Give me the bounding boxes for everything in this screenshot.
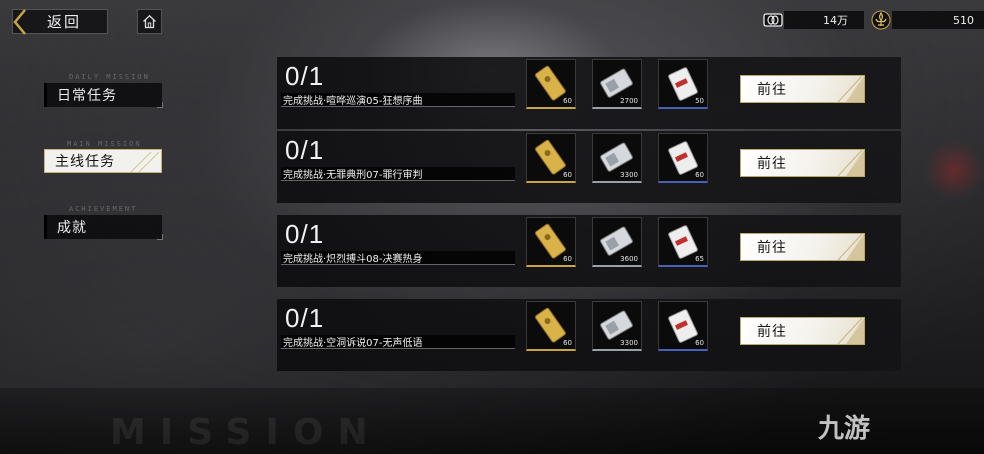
- mission-title: 完成挑战·无罪典刑07-罪行审判: [283, 170, 423, 181]
- reward-count: 3300: [620, 339, 638, 347]
- mission-progress: 0/1: [285, 303, 325, 333]
- reward-silver-card[interactable]: 3300: [592, 133, 642, 183]
- brand-watermark: 九游: [818, 414, 871, 444]
- go-button-label: 前往: [757, 156, 787, 172]
- nav-label: 日常任务: [57, 88, 117, 104]
- nav-sub-label: MAIN MISSION: [67, 140, 142, 148]
- reward-count: 60: [695, 339, 704, 347]
- mission-title: 完成挑战·喧哗巡演05-狂想序曲: [283, 96, 423, 107]
- reward-pack[interactable]: 60: [658, 133, 708, 183]
- reward-pack[interactable]: 60: [658, 301, 708, 351]
- gold-stripe-decoration: [837, 234, 864, 260]
- go-button-label: 前往: [757, 240, 787, 256]
- corner-mark: [157, 234, 163, 240]
- currency-coins[interactable]: 14万: [762, 10, 864, 30]
- fleur-emblem-icon: [870, 10, 892, 30]
- reward-count: 3600: [620, 255, 638, 263]
- reward-gold-ticket[interactable]: 60: [526, 301, 576, 351]
- mission-title: 完成挑战·炽烈搏斗08-决赛热身: [283, 254, 423, 265]
- reward-pack[interactable]: 50: [658, 59, 708, 109]
- reward-count: 65: [695, 255, 704, 263]
- gold-stripe-decoration: [130, 152, 159, 172]
- gold-stripe-decoration: [837, 76, 864, 102]
- nav-achievement[interactable]: ACHIEVEMENT 成就: [44, 205, 163, 240]
- reward-silver-card[interactable]: 2700: [592, 59, 642, 109]
- nav-sub-label: ACHIEVEMENT: [69, 205, 138, 213]
- reward-count: 60: [563, 255, 572, 263]
- reward-count: 60: [563, 97, 572, 105]
- nav-main-mission[interactable]: MAIN MISSION 主线任务: [44, 140, 162, 173]
- nav-sub-label: DAILY MISSION: [69, 73, 150, 81]
- mission-progress: 0/1: [285, 219, 325, 249]
- home-button[interactable]: [137, 9, 162, 34]
- reward-count: 60: [563, 339, 572, 347]
- reward-count: 2700: [620, 97, 638, 105]
- go-button[interactable]: 前往: [740, 149, 865, 177]
- mission-row: 0/1 完成挑战·喧哗巡演05-狂想序曲 60 2700 50 前往: [277, 57, 901, 129]
- back-label: 返回: [47, 13, 82, 31]
- gold-stripe-decoration: [837, 318, 864, 344]
- back-button[interactable]: 返回: [12, 9, 108, 35]
- reward-silver-card[interactable]: 3300: [592, 301, 642, 351]
- corner-mark: [157, 102, 163, 108]
- currency-coins-value: 14万: [784, 11, 864, 29]
- go-button-label: 前往: [757, 82, 787, 98]
- reward-count: 60: [695, 171, 704, 179]
- reward-gold-ticket[interactable]: 60: [526, 133, 576, 183]
- go-button-label: 前往: [757, 324, 787, 340]
- reward-count: 50: [695, 97, 704, 105]
- mission-watermark: MISSION: [110, 412, 382, 453]
- mission-progress: 0/1: [285, 61, 325, 91]
- reward-silver-card[interactable]: 3600: [592, 217, 642, 267]
- nav-label: 成就: [57, 220, 87, 236]
- home-icon: [143, 14, 156, 29]
- mission-row: 0/1 完成挑战·炽烈搏斗08-决赛热身 60 3600 65 前往: [277, 215, 901, 287]
- go-button[interactable]: 前往: [740, 75, 865, 103]
- reward-count: 60: [563, 171, 572, 179]
- go-button[interactable]: 前往: [740, 233, 865, 261]
- mission-row: 0/1 完成挑战·无罪典刑07-罪行审判 60 3300 60 前往: [277, 131, 901, 203]
- reward-gold-ticket[interactable]: 60: [526, 59, 576, 109]
- go-button[interactable]: 前往: [740, 317, 865, 345]
- reward-gold-ticket[interactable]: 60: [526, 217, 576, 267]
- currency-emblem-value: 510: [892, 11, 984, 29]
- nav-label: 主线任务: [55, 154, 115, 170]
- mission-progress: 0/1: [285, 135, 325, 165]
- nav-daily-mission[interactable]: DAILY MISSION 日常任务: [44, 73, 163, 108]
- currency-emblem[interactable]: 510: [870, 10, 984, 30]
- gold-stripe-decoration: [837, 150, 864, 176]
- ticket-coin-icon: [762, 10, 784, 30]
- mission-title: 完成挑战·空洞诉说07-无声低语: [283, 338, 423, 349]
- chevron-left-icon: [13, 9, 26, 35]
- reward-pack[interactable]: 65: [658, 217, 708, 267]
- mission-row: 0/1 完成挑战·空洞诉说07-无声低语 60 3300 60 前往: [277, 299, 901, 371]
- reward-count: 3300: [620, 171, 638, 179]
- background-accent: [924, 140, 984, 200]
